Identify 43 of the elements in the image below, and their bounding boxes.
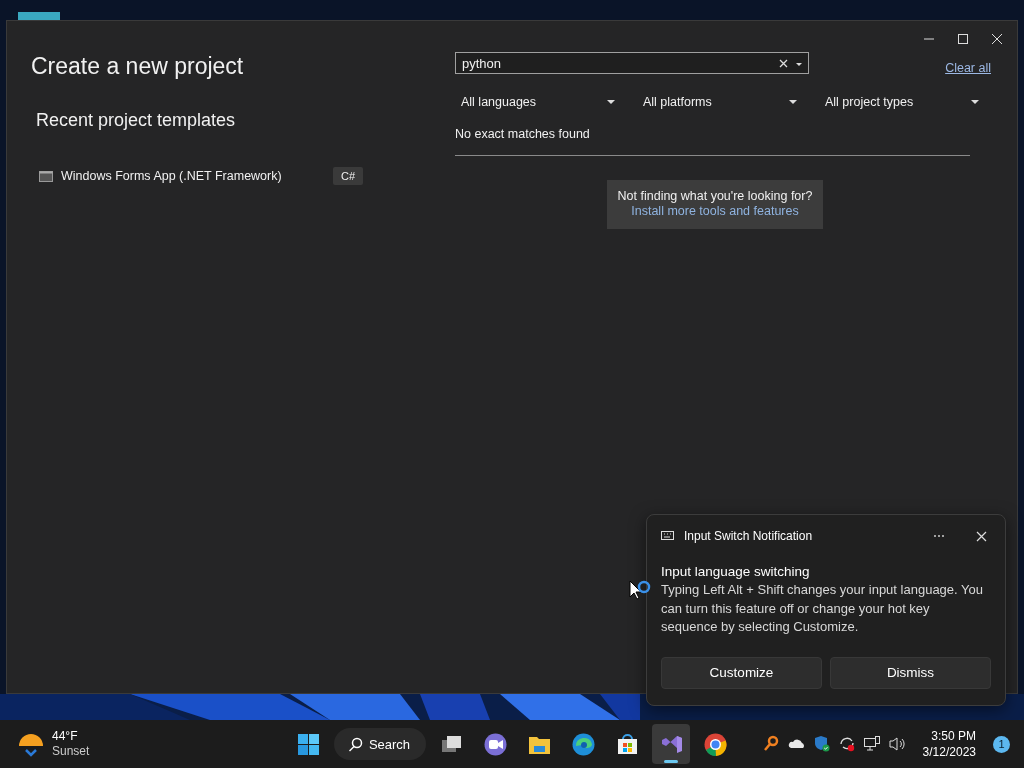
close-icon [976, 530, 987, 542]
notification-button[interactable]: Customize [661, 656, 822, 689]
maximize-icon [957, 33, 969, 45]
notification-badge[interactable]: 1 [993, 735, 1010, 753]
magnifier-icon[interactable] [762, 735, 781, 753]
time: 3:50 PM [931, 728, 976, 744]
temperature: 44°F [52, 729, 79, 744]
date: 3/12/2023 [922, 744, 976, 760]
search-field[interactable]: python [462, 55, 779, 71]
taskbar-app-button[interactable] [652, 724, 691, 764]
language-tag: C# [332, 167, 363, 185]
keyboard-icon [661, 530, 675, 542]
more-icon [933, 534, 945, 538]
window-title: Create a new project [31, 53, 245, 80]
search-icon [347, 736, 363, 752]
install-link[interactable]: Install more tools and features [631, 204, 799, 219]
clear-icon[interactable] [779, 58, 788, 68]
help-question: Not finding what you're looking for? [617, 189, 813, 204]
volume-icon[interactable] [887, 735, 906, 753]
notification-title: Input language switching [661, 564, 811, 579]
results-message: No exact matches found [455, 127, 591, 141]
start-icon [296, 731, 322, 757]
search-button[interactable]: Search [333, 728, 427, 760]
weather-condition: Sunset [52, 744, 90, 759]
dropdown-arrow-icon [971, 99, 979, 105]
chrome-icon [702, 731, 728, 757]
clear-all-link[interactable]: Clear all [945, 61, 991, 75]
notification-body: Typing Left Alt + Shift changes your input language. You can turn this feature off or change your hot key sequence by selecting Customize. [661, 581, 983, 636]
notification-button[interactable]: Dismiss [830, 656, 991, 689]
notification-app-name: Input Switch Notification [684, 529, 814, 543]
network-icon[interactable] [862, 735, 881, 753]
dropdown-arrow-icon [789, 99, 797, 105]
clock[interactable]: 3:50 PM 3/12/2023 [922, 728, 976, 760]
shield-check-icon[interactable] [812, 735, 831, 753]
close-icon [991, 33, 1003, 45]
search-box[interactable]: python [455, 52, 809, 74]
video-chat-icon [482, 731, 508, 757]
browser-icon [570, 731, 596, 757]
dropdown-arrow-icon [607, 99, 615, 105]
section-heading: Recent project templates [36, 110, 237, 131]
sync-icon[interactable] [837, 735, 856, 753]
template-name[interactable]: Windows Forms App (.NET Framework) [61, 169, 325, 183]
form-window-icon [39, 170, 53, 182]
